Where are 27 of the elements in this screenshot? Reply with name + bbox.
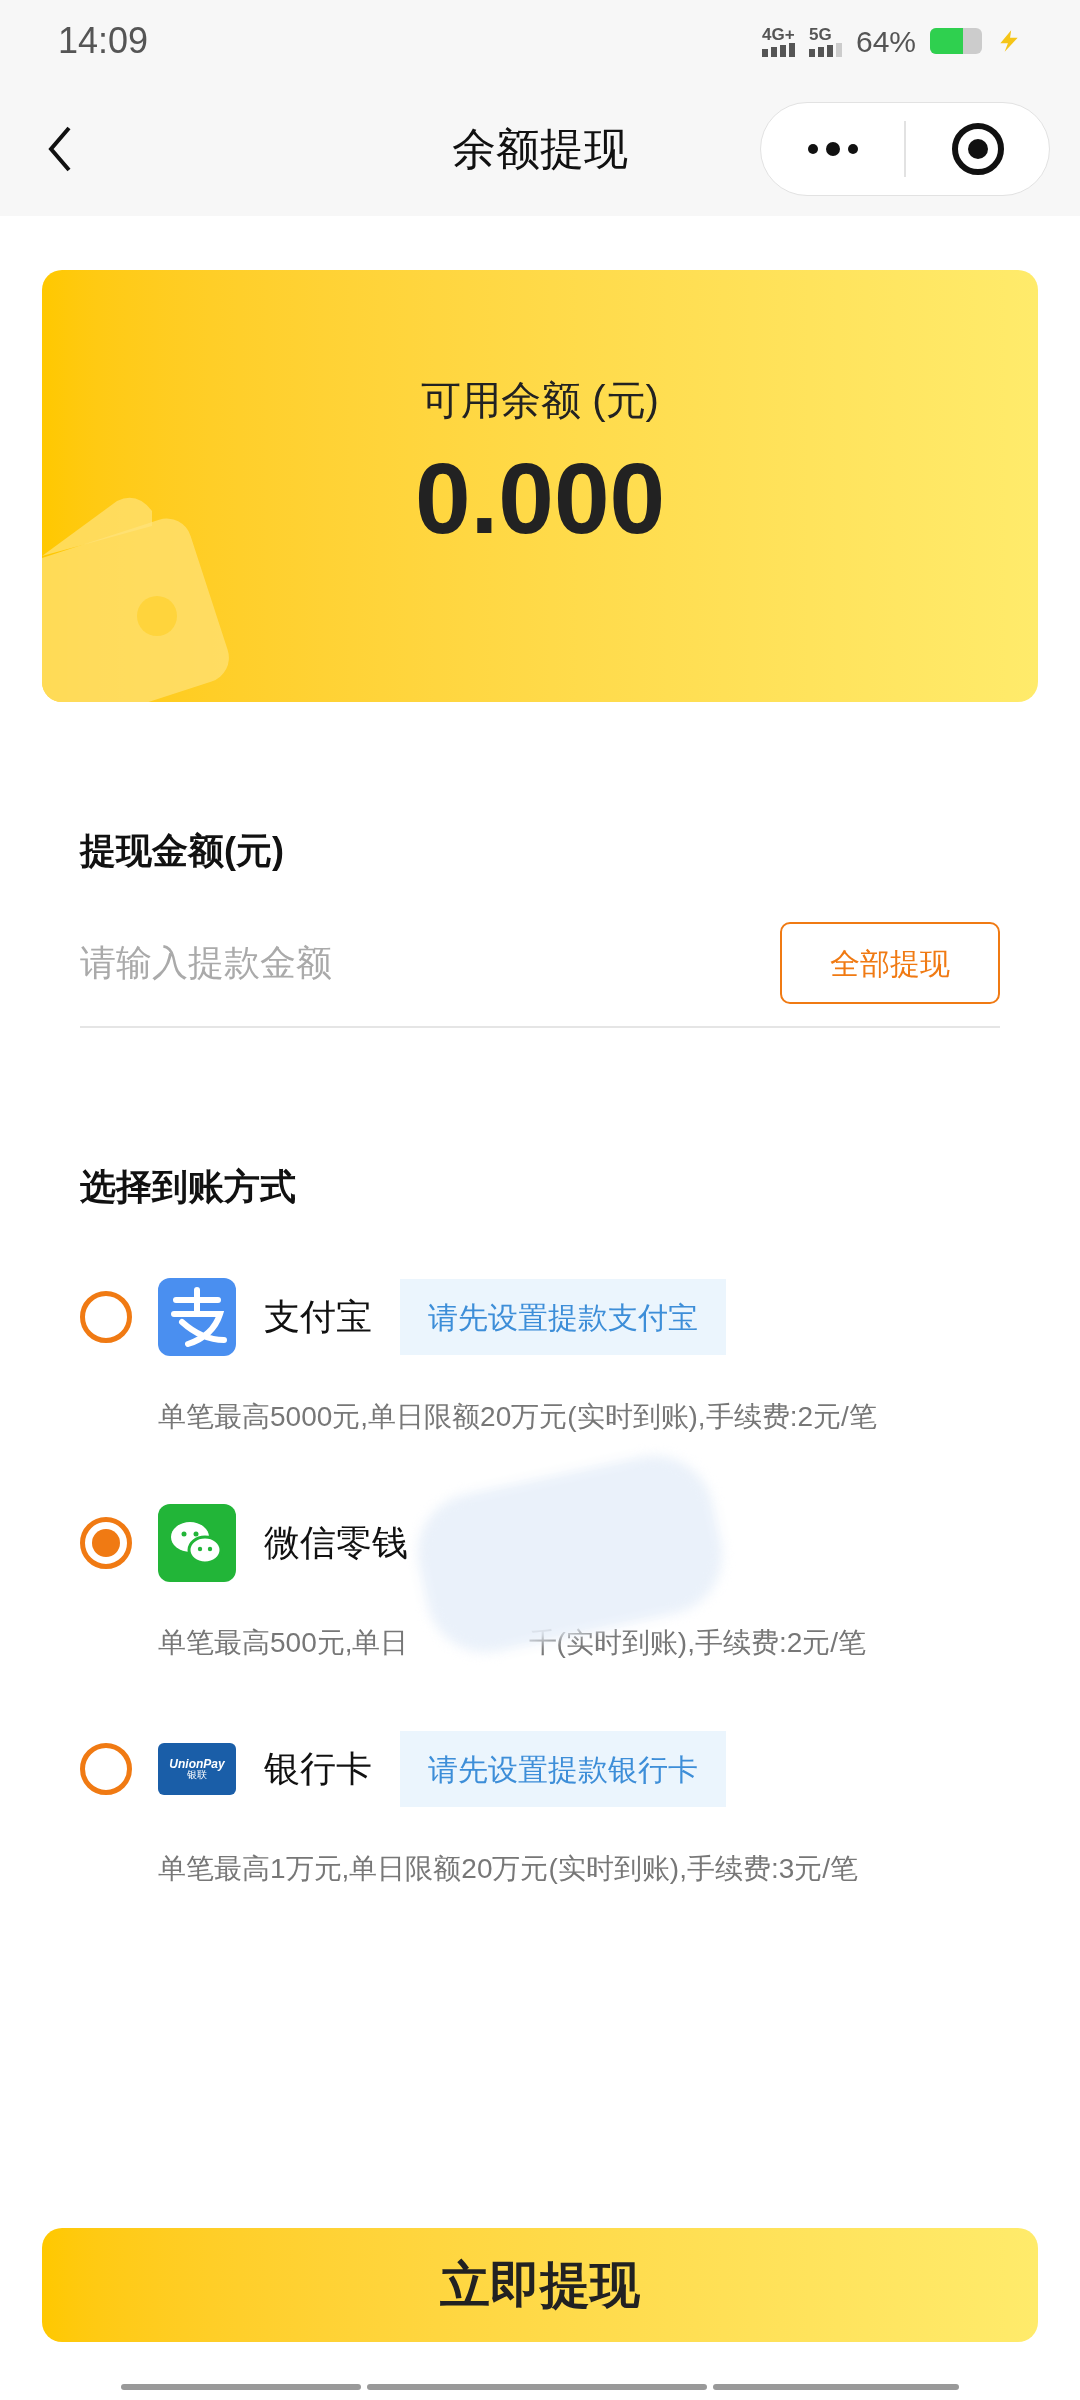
radio-button[interactable]	[80, 1517, 132, 1569]
limit-text: 单笔最高5000元,单日限额20万元(实时到账),手续费:2元/笔	[158, 1400, 877, 1434]
chat-bubbles-icon	[158, 1504, 236, 1582]
section-title: 选择到账方式	[80, 1165, 297, 1209]
withdraw-button[interactable]: 立即提现	[42, 2228, 1038, 2342]
balance-label: 可用余额 (元)	[421, 377, 659, 424]
page-title: 余额提现	[452, 123, 628, 175]
radio-button[interactable]	[80, 1743, 132, 1795]
target-icon	[949, 121, 1006, 177]
method-name: 银行卡	[264, 1747, 372, 1791]
setup-button[interactable]: 请先设置提款银行卡	[400, 1731, 726, 1807]
balance-amount: 0.000	[414, 448, 666, 548]
method-name: 支付宝	[264, 1295, 372, 1339]
bank-logo: UnionPay 银联	[158, 1743, 236, 1795]
limit-text: 单笔最高1万元,单日限额20万元(实时到账),手续费:3元/笔	[158, 1852, 859, 1886]
withdraw-all-button[interactable]: 全部提现	[780, 922, 1000, 1004]
payment-logo-icon	[158, 1278, 236, 1356]
method-name: 微信零钱	[264, 1521, 408, 1565]
status-time: 14:09	[58, 19, 149, 63]
radio-button[interactable]	[80, 1291, 132, 1343]
setup-button[interactable]: 请先设置提款支付宝	[400, 1279, 726, 1355]
limit-text: 千(实时到账),手续费:2元/笔	[528, 1626, 867, 1660]
amount-input[interactable]: 请输入提款金额	[80, 936, 640, 990]
battery-percent: 64%	[855, 23, 916, 60]
battery-icon	[930, 28, 982, 54]
limit-text: 单笔最高500元,单日	[158, 1626, 409, 1660]
section-title: 提现金额(元)	[80, 829, 285, 873]
